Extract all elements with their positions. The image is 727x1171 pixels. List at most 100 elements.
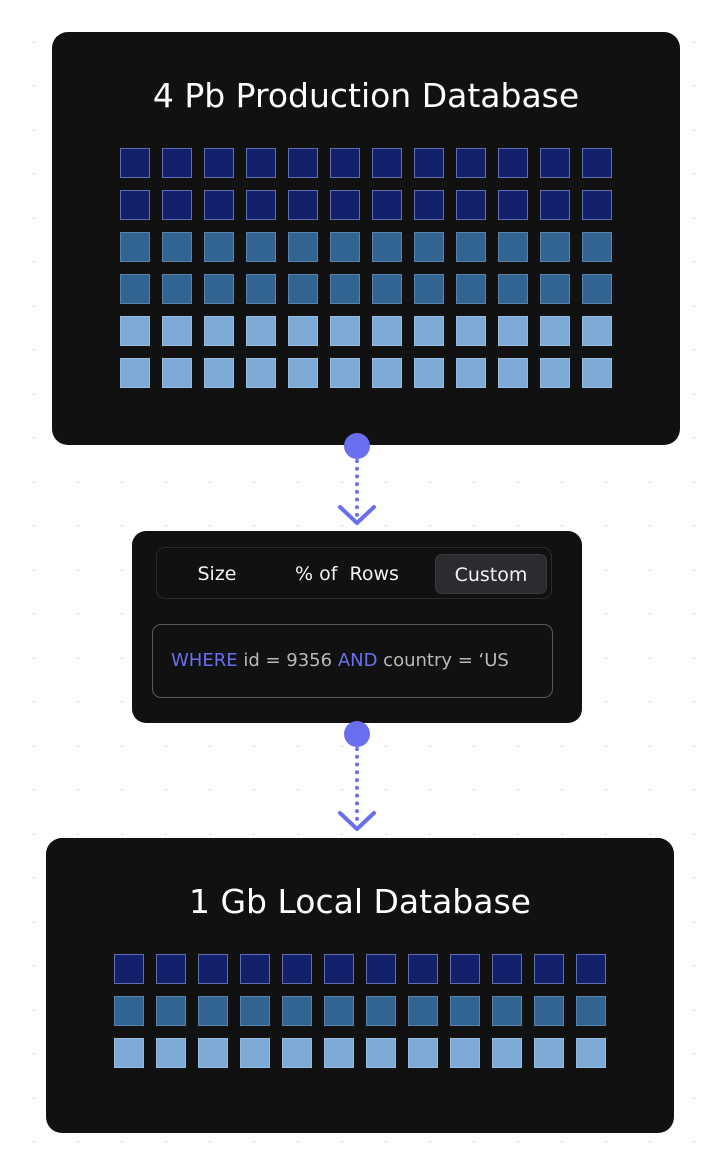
query-keyword-where: WHERE [171,650,238,671]
data-block-light [408,1038,438,1068]
data-block-light [198,1038,228,1068]
data-block-dark [540,190,570,220]
custom-query-input[interactable]: WHERE id = 9356 AND country = ‘US [152,624,553,698]
data-block-light [246,316,276,346]
data-block-dark [162,190,192,220]
data-block-mid [366,996,396,1026]
data-block-dark [540,148,570,178]
data-block-mid [414,232,444,262]
tab-size[interactable]: Size [177,554,257,594]
connector-dot [344,433,370,459]
data-block-light [582,358,612,388]
data-block-light [582,316,612,346]
data-block-mid [540,232,570,262]
data-block-dark [498,148,528,178]
data-block-dark [330,190,360,220]
data-block-dark [156,954,186,984]
data-block-dark [408,954,438,984]
data-block-light [540,358,570,388]
data-block-dark [372,148,402,178]
query-keyword-and: AND [337,650,378,671]
local-database-grid [114,954,606,1068]
data-block-mid [114,996,144,1026]
data-block-light [288,316,318,346]
production-database-grid [120,148,612,388]
data-block-light [366,1038,396,1068]
data-block-mid [330,232,360,262]
data-block-light [414,358,444,388]
data-block-mid [576,996,606,1026]
data-block-light [120,358,150,388]
connector-arrow-bottom [337,721,377,839]
data-block-mid [540,274,570,304]
data-block-dark [330,148,360,178]
data-block-dark [282,954,312,984]
data-block-mid [372,232,402,262]
production-database-title: 4 Pb Production Database [152,76,580,115]
query-clause-id: id = 9356 [237,650,338,671]
chevron-down-icon [338,811,376,831]
data-block-dark [414,190,444,220]
data-block-dark [288,190,318,220]
data-block-dark [162,148,192,178]
data-block-light [162,358,192,388]
data-block-mid [204,274,234,304]
data-block-light [498,358,528,388]
data-block-mid [288,274,318,304]
data-block-light [156,1038,186,1068]
data-block-light [204,316,234,346]
data-block-dark [450,954,480,984]
data-block-light [456,316,486,346]
connector-dot [344,721,370,747]
data-block-dark [498,190,528,220]
data-block-light [534,1038,564,1068]
data-block-light [282,1038,312,1068]
local-database-title: 1 Gb Local Database [189,882,531,921]
data-block-mid [282,996,312,1026]
data-block-dark [114,954,144,984]
query-clause-country: country = ‘US [377,650,509,671]
data-block-light [204,358,234,388]
subset-mode-tabs: Size % of Rows Custom [156,547,552,599]
data-block-light [240,1038,270,1068]
data-block-light [330,358,360,388]
data-block-mid [492,996,522,1026]
data-block-mid [204,232,234,262]
data-block-mid [534,996,564,1026]
data-block-light [288,358,318,388]
data-block-dark [324,954,354,984]
data-block-mid [498,274,528,304]
data-block-dark [582,148,612,178]
data-block-light [114,1038,144,1068]
data-block-dark [582,190,612,220]
data-block-mid [582,274,612,304]
data-block-dark [576,954,606,984]
data-block-light [372,358,402,388]
data-block-light [372,316,402,346]
data-block-mid [246,274,276,304]
data-block-mid [450,996,480,1026]
data-block-light [576,1038,606,1068]
data-block-mid [456,232,486,262]
data-block-mid [120,274,150,304]
data-block-mid [324,996,354,1026]
tab-custom[interactable]: Custom [435,554,547,594]
data-block-dark [240,954,270,984]
tab-percent-of-rows[interactable]: % of Rows [277,554,417,594]
data-block-light [414,316,444,346]
data-block-mid [156,996,186,1026]
data-block-light [540,316,570,346]
data-block-mid [456,274,486,304]
data-block-dark [198,954,228,984]
data-block-light [162,316,192,346]
data-block-mid [120,232,150,262]
data-block-mid [246,232,276,262]
data-block-light [450,1038,480,1068]
data-block-mid [330,274,360,304]
data-block-dark [204,148,234,178]
data-block-mid [162,232,192,262]
data-block-light [456,358,486,388]
data-block-mid [582,232,612,262]
data-block-light [120,316,150,346]
data-block-light [492,1038,522,1068]
